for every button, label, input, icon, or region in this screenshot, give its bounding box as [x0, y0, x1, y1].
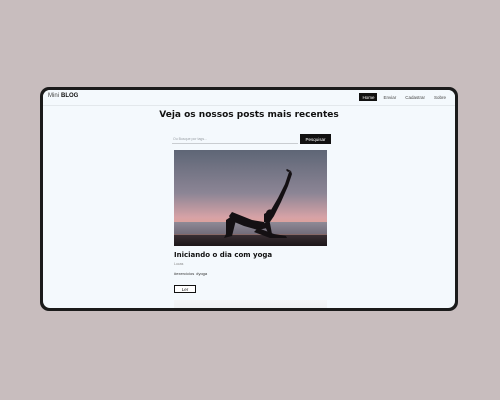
brand-bold-text: BLOG [61, 93, 79, 99]
browser-viewport: Mini BLOG Home Enviar Cadastrar Sobre Vej… [43, 90, 455, 308]
nav-links: Home Enviar Cadastrar Sobre [359, 93, 449, 101]
read-button[interactable]: Ler [174, 285, 196, 293]
brand-light-text: Mini [48, 93, 60, 99]
search-button[interactable]: Pesquisar [300, 134, 331, 144]
post-tag[interactable]: #exercícios [174, 271, 194, 276]
nav-item-cadastrar[interactable]: Cadastrar [402, 93, 428, 101]
post-title[interactable]: Iniciando o dia com yoga [174, 251, 272, 259]
next-post-image[interactable] [174, 300, 327, 308]
yoga-silhouette-image [174, 150, 327, 246]
nav-item-home[interactable]: Home [359, 93, 378, 101]
nav-item-enviar[interactable]: Enviar [380, 93, 399, 101]
search-input[interactable] [172, 134, 298, 144]
laptop-frame: Mini BLOG Home Enviar Cadastrar Sobre Vej… [40, 87, 458, 311]
brand-logo[interactable]: Mini BLOG [48, 93, 78, 99]
top-navbar: Mini BLOG Home Enviar Cadastrar Sobre [43, 90, 455, 106]
post-card: Iniciando o dia com yoga Lucas #exercíci… [174, 150, 327, 308]
post-tags: #exercícios #yoga [174, 271, 207, 276]
post-tag[interactable]: #yoga [196, 271, 207, 276]
search-form: Pesquisar [172, 134, 331, 144]
post-image[interactable] [174, 150, 327, 246]
post-author: Lucas [174, 262, 184, 266]
nav-item-sobre[interactable]: Sobre [431, 93, 449, 101]
page-title: Veja os nossos posts mais recentes [159, 110, 339, 120]
